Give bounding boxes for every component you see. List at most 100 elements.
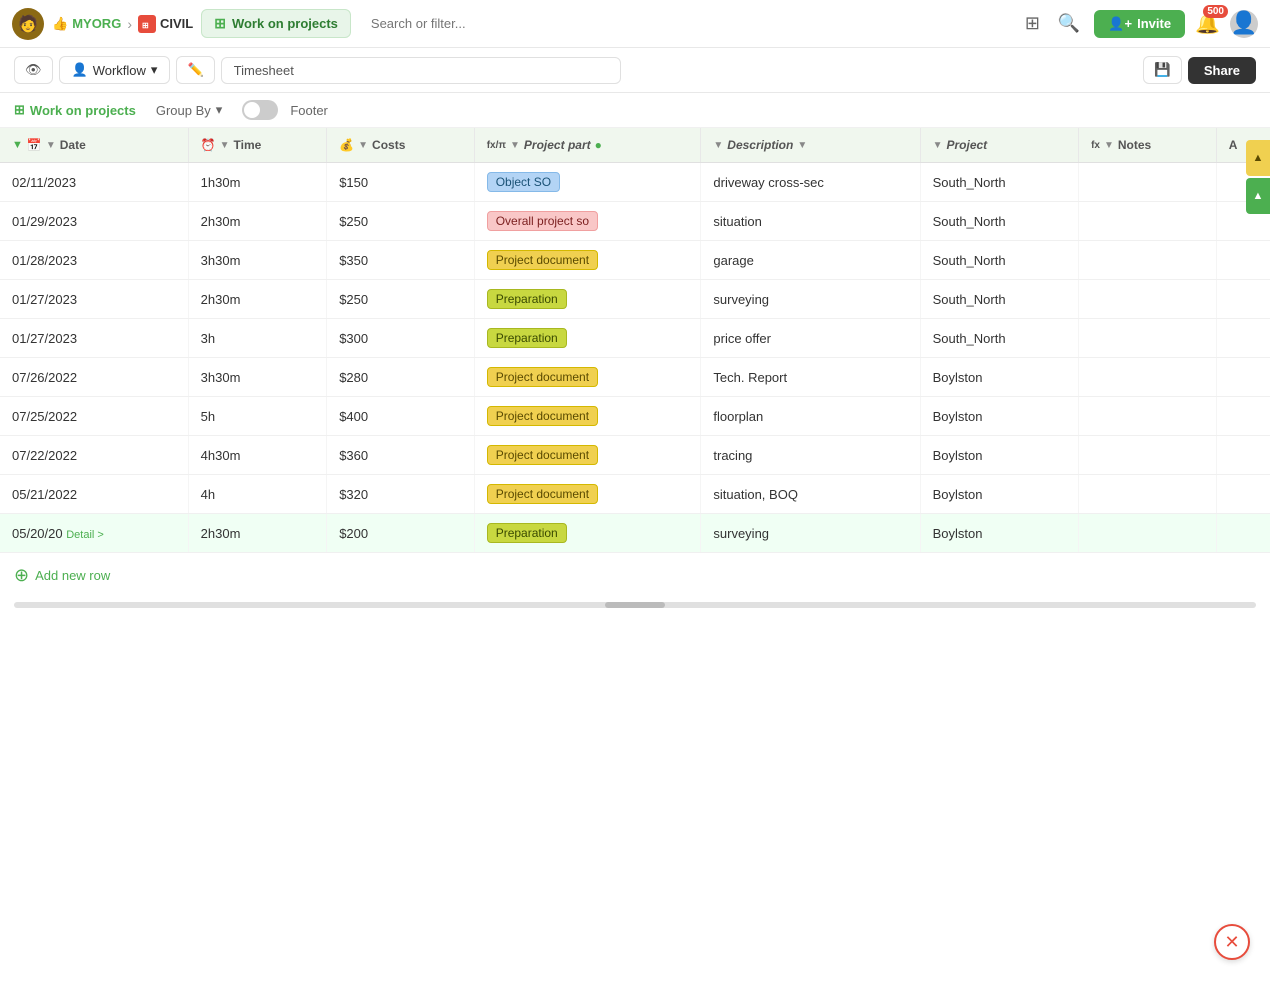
project-part-tag[interactable]: Project document — [487, 367, 598, 387]
project-part-tag[interactable]: Project document — [487, 445, 598, 465]
cell-time: 2h30m — [188, 514, 327, 553]
grid-view-button[interactable]: ⊞ — [1021, 9, 1044, 38]
horizontal-scrollbar[interactable] — [14, 602, 1256, 608]
notification-button[interactable]: 🔔 500 — [1195, 11, 1220, 36]
cell-project-part[interactable]: Project document — [474, 475, 701, 514]
cell-project-part[interactable]: Project document — [474, 241, 701, 280]
cell-description: surveying — [701, 280, 920, 319]
filter-icon: ▼ — [713, 140, 723, 151]
search-button[interactable]: 🔍 — [1054, 9, 1084, 38]
project-part-tag[interactable]: Preparation — [487, 289, 567, 309]
cell-description: driveway cross-sec — [701, 163, 920, 202]
table-row: 07/25/20225h$400Project documentfloorpla… — [0, 397, 1270, 436]
workflow-button[interactable]: 👤 Workflow ▾ — [59, 56, 171, 84]
cell-project-part[interactable]: Preparation — [474, 280, 701, 319]
nav-myorg[interactable]: 👍 MYORG — [52, 16, 121, 32]
col-description[interactable]: ▼ Description ▼ — [701, 128, 920, 163]
cell-project-part[interactable]: Overall project so — [474, 202, 701, 241]
nav-civil[interactable]: ⊞ CIVIL — [138, 15, 193, 33]
cell-notes — [1079, 241, 1217, 280]
cell-extra — [1216, 436, 1270, 475]
cell-costs: $150 — [327, 163, 475, 202]
filter-icon: ▼ — [358, 140, 368, 151]
add-icon: ⊕ — [14, 565, 29, 586]
cell-project-part[interactable]: Project document — [474, 436, 701, 475]
cell-project-part[interactable]: Preparation — [474, 319, 701, 358]
project-icon: ⊞ — [214, 15, 226, 32]
cell-notes — [1079, 202, 1217, 241]
view-toggle-button[interactable]: 👁 — [14, 56, 53, 84]
cell-extra — [1216, 319, 1270, 358]
save-button[interactable]: 💾 — [1143, 56, 1182, 84]
cell-project-part[interactable]: Project document — [474, 397, 701, 436]
cell-date: 05/21/2022 — [0, 475, 188, 514]
project-part-tag[interactable]: Project document — [487, 484, 598, 504]
table-row: 02/11/20231h30m$150Object SOdriveway cro… — [0, 163, 1270, 202]
table-header-row: ▼ 📅 ▼ Date ⏰ ▼ Time 💰 — [0, 128, 1270, 163]
workflow-icon: 👤 — [72, 62, 88, 78]
cell-costs: $360 — [327, 436, 475, 475]
subbar: ⊞ Work on projects Group By ▾ Footer — [0, 93, 1270, 128]
cell-description: situation, BOQ — [701, 475, 920, 514]
civil-icon: ⊞ — [138, 15, 156, 33]
cell-date: 01/28/2023 — [0, 241, 188, 280]
cell-date: 05/20/20 Detail > — [0, 514, 188, 553]
col-notes[interactable]: fx ▼ Notes — [1079, 128, 1217, 163]
cell-description: garage — [701, 241, 920, 280]
col-date[interactable]: ▼ 📅 ▼ Date — [0, 128, 188, 163]
svg-text:⊞: ⊞ — [142, 21, 149, 30]
invite-button[interactable]: 👤+ Invite — [1094, 10, 1185, 38]
toolbar: 👁 👤 Workflow ▾ ✏️ 💾 Share — [0, 48, 1270, 93]
cell-extra — [1216, 514, 1270, 553]
save-icon: 💾 — [1154, 62, 1171, 77]
cell-project: South_North — [920, 280, 1079, 319]
thumb-icon: 👍 — [52, 16, 68, 32]
col-time[interactable]: ⏰ ▼ Time — [188, 128, 327, 163]
add-row-button[interactable]: ⊕ Add new row — [0, 553, 124, 598]
filter-icon: ▼ — [933, 140, 943, 151]
cell-date: 01/27/2023 — [0, 319, 188, 358]
group-by-button[interactable]: Group By ▾ — [148, 99, 230, 121]
cell-project: Boylston — [920, 514, 1079, 553]
search-input[interactable] — [359, 10, 1013, 37]
cell-notes — [1079, 319, 1217, 358]
share-button[interactable]: Share — [1188, 57, 1256, 84]
project-part-tag[interactable]: Overall project so — [487, 211, 598, 231]
detail-link[interactable]: Detail > — [66, 529, 104, 541]
top-navigation: 🧑 👍 MYORG › ⊞ CIVIL ⊞ Work on projects ⊞… — [0, 0, 1270, 48]
cell-date: 07/22/2022 — [0, 436, 188, 475]
avatar[interactable]: 🧑 — [12, 8, 44, 40]
right-tab-2[interactable]: ▲ — [1246, 178, 1270, 214]
cell-time: 3h — [188, 319, 327, 358]
cell-extra — [1216, 358, 1270, 397]
cell-time: 3h30m — [188, 241, 327, 280]
scroll-thumb[interactable] — [605, 602, 665, 608]
col-dot-icon: ● — [595, 138, 602, 152]
col-project[interactable]: ▼ Project — [920, 128, 1079, 163]
cell-extra — [1216, 280, 1270, 319]
footer-toggle[interactable] — [242, 100, 278, 120]
user-avatar[interactable]: 👤 — [1230, 10, 1258, 38]
cell-project-part[interactable]: Object SO — [474, 163, 701, 202]
edit-mode-button[interactable]: ✏️ — [176, 56, 214, 84]
col-costs-icon: 💰 — [339, 138, 354, 152]
cell-project-part[interactable]: Project document — [474, 358, 701, 397]
project-part-tag[interactable]: Preparation — [487, 523, 567, 543]
project-part-tag[interactable]: Preparation — [487, 328, 567, 348]
cell-project-part[interactable]: Preparation — [474, 514, 701, 553]
subbar-project-title[interactable]: ⊞ Work on projects — [14, 102, 136, 118]
timesheet-input[interactable] — [221, 57, 621, 84]
close-button[interactable]: ✕ — [1214, 924, 1250, 960]
project-part-tag[interactable]: Object SO — [487, 172, 560, 192]
project-part-tag[interactable]: Project document — [487, 250, 598, 270]
project-part-tag[interactable]: Project document — [487, 406, 598, 426]
col-project-part[interactable]: fx/π ▼ Project part ● — [474, 128, 701, 163]
breadcrumb: 👍 MYORG › ⊞ CIVIL — [52, 15, 193, 33]
right-tab-1[interactable]: ▲ — [1246, 140, 1270, 176]
col-costs[interactable]: 💰 ▼ Costs — [327, 128, 475, 163]
right-tabs: ▲ ▲ — [1246, 140, 1270, 214]
table-row: 07/26/20223h30m$280Project documentTech.… — [0, 358, 1270, 397]
cell-time: 3h30m — [188, 358, 327, 397]
cell-notes — [1079, 358, 1217, 397]
active-project-button[interactable]: ⊞ Work on projects — [201, 9, 351, 38]
